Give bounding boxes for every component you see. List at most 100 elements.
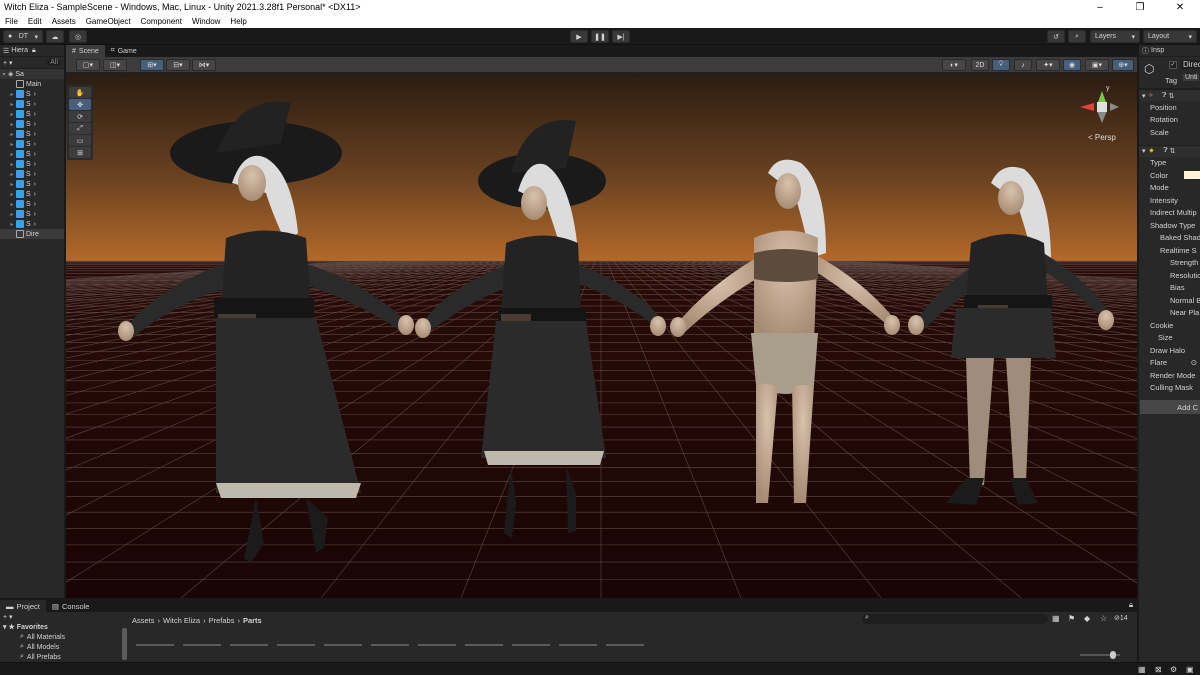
add-component-button[interactable]: Add C [1140,400,1200,414]
hierarchy-item[interactable]: ▸ S › [0,199,64,209]
chevron-right-icon[interactable]: › [34,161,36,168]
asset-thumbnail[interactable] [418,644,456,646]
hierarchy-item[interactable]: ▸ S › [0,209,64,219]
maximize-button[interactable]: ❐ [1120,2,1160,13]
inspector-property-row[interactable]: Render Mode [1139,369,1200,382]
expand-arrow-icon[interactable]: ▸ [8,131,16,138]
move-tool-icon[interactable]: ✥ [69,99,91,110]
inspector-property-row[interactable]: Strength [1139,257,1200,270]
add-icon[interactable]: + ▾ [3,59,13,67]
sidebar-scrollbar[interactable] [122,628,127,660]
color-swatch[interactable] [1184,171,1200,180]
gizmos-dropdown[interactable]: ⊕▾ [1112,59,1134,71]
breadcrumb-witch-eliza[interactable]: Witch Eliza [163,616,200,625]
rect-tool-icon[interactable]: ▭ [69,135,91,146]
debug-icon[interactable]: ⚙ [1170,665,1177,674]
scale-tool-icon[interactable]: ⤢ [69,123,91,134]
menu-help[interactable]: Help [225,17,251,26]
tab-scene[interactable]: # Scene [66,45,105,57]
hierarchy-item[interactable]: ▸ S › [0,139,64,149]
chevron-right-icon[interactable]: › [34,121,36,128]
asset-thumbnail[interactable] [230,644,268,646]
tag-dropdown[interactable]: Unti [1183,74,1200,81]
chevron-right-icon[interactable]: › [34,151,36,158]
expand-arrow-icon[interactable]: ▸ [8,181,16,188]
lock-icon[interactable]: 🔒︎ [32,47,36,55]
inspector-property-row[interactable]: Resolutio [1139,269,1200,282]
favorites-header[interactable]: ▾ ★ Favorites [0,622,130,632]
minimize-button[interactable]: – [1080,2,1120,13]
filter-by-type-icon[interactable]: ▦ [1052,614,1060,623]
step-button[interactable]: ▶| [612,30,630,43]
tag-icon[interactable]: ◆ [1084,614,1090,623]
thumbnail-size-slider[interactable] [1080,651,1120,659]
account-dropdown[interactable]: ● DT ▾ [3,30,43,43]
chevron-right-icon[interactable]: › [34,111,36,118]
hierarchy-item[interactable]: ▸ S › [0,159,64,169]
inspector-property-row[interactable]: Flare ⊙ [1139,357,1200,370]
inspector-property-row[interactable]: Mode [1139,182,1200,195]
expand-arrow-icon[interactable]: ▸ [8,151,16,158]
inspector-tab[interactable]: ⓘ Insp [1139,45,1200,57]
inspector-property-row[interactable]: Bias [1139,282,1200,295]
collab-icon[interactable]: ◎ [69,30,87,43]
menu-file[interactable]: File [0,17,23,26]
layout-dropdown[interactable]: Layout ▾ [1143,30,1197,43]
favorite-item[interactable]: ⌕ All Prefabs [0,652,130,662]
inspector-property-row[interactable]: Position [1139,101,1200,114]
settings-icon[interactable]: ⇅ [1170,147,1176,155]
inspector-property-row[interactable]: Indirect Multip [1139,207,1200,220]
tab-project[interactable]: ▬ Project [0,600,46,612]
hierarchy-item[interactable]: ▸ S › [0,119,64,129]
expand-arrow-icon[interactable]: ▾ [0,71,8,78]
lighting-toggle-icon[interactable]: 💡︎ [992,59,1010,71]
help-icon[interactable]: ❓︎ [1163,147,1167,155]
asset-thumbnail[interactable] [183,644,221,646]
transform-tool-icon[interactable]: ⊞ [69,147,91,158]
hand-tool-icon[interactable]: ✋ [69,87,91,98]
asset-thumbnail[interactable] [136,644,174,646]
menu-gameobject[interactable]: GameObject [81,17,136,26]
rotate-tool-icon[interactable]: ⟳ [69,111,91,122]
inspector-property-row[interactable]: Culling Mask [1139,382,1200,395]
favorite-item[interactable]: ⌕ All Materials [0,632,130,642]
camera-dropdown[interactable]: ▣▾ [1085,59,1109,71]
inspector-property-row[interactable]: Rotation [1139,114,1200,127]
asset-thumbnail[interactable] [559,644,597,646]
chevron-right-icon[interactable]: › [34,141,36,148]
inspector-property-row[interactable]: Color [1139,169,1200,182]
hierarchy-item[interactable]: ▸ S › [0,179,64,189]
inspector-property-row[interactable]: Size [1139,332,1200,345]
audio-toggle-icon[interactable]: ♪ [1014,59,1032,71]
tab-console[interactable]: ▤ Console [46,600,96,612]
hierarchy-item[interactable]: ▸ S › [0,129,64,139]
asset-thumbnail[interactable] [465,644,503,646]
expand-arrow-icon[interactable]: ▸ [8,111,16,118]
hierarchy-item[interactable]: ▸ S › [0,89,64,99]
inspector-property-row[interactable]: Intensity [1139,194,1200,207]
expand-arrow-icon[interactable]: ▸ [8,171,16,178]
notifications-icon[interactable]: ▣ [1186,665,1194,674]
chevron-right-icon[interactable]: › [34,221,36,228]
active-checkbox[interactable]: ✓ [1169,61,1177,69]
play-button[interactable]: ▶ [570,30,588,43]
hierarchy-item[interactable]: ▸ S › [0,169,64,179]
cloud-icon[interactable]: ☁ [46,30,64,43]
lock-icon[interactable]: 🔒︎ [1129,600,1133,612]
inspector-property-row[interactable]: Cookie [1139,319,1200,332]
expand-arrow-icon[interactable]: ▸ [8,91,16,98]
filter-by-label-icon[interactable]: ⚑ [1068,614,1075,623]
object-name-field[interactable]: Direc [1181,60,1200,69]
history-icon[interactable]: ↺ [1047,30,1065,43]
effects-dropdown[interactable]: ✦▾ [1036,59,1060,71]
inspector-property-row[interactable]: Shadow Type [1139,219,1200,232]
chevron-right-icon[interactable]: › [34,131,36,138]
tab-game[interactable]: ⌗ Game [105,45,143,57]
inspector-property-row[interactable]: Realtime S [1139,244,1200,257]
menu-edit[interactable]: Edit [23,17,47,26]
transform-component-header[interactable]: ▾ ⟡ ❓︎ ⇅ [1139,89,1200,101]
chevron-right-icon[interactable]: › [34,91,36,98]
menu-assets[interactable]: Assets [47,17,81,26]
object-picker-icon[interactable]: ⊙ [1191,358,1197,367]
favorite-star-icon[interactable]: ☆ [1100,614,1107,623]
